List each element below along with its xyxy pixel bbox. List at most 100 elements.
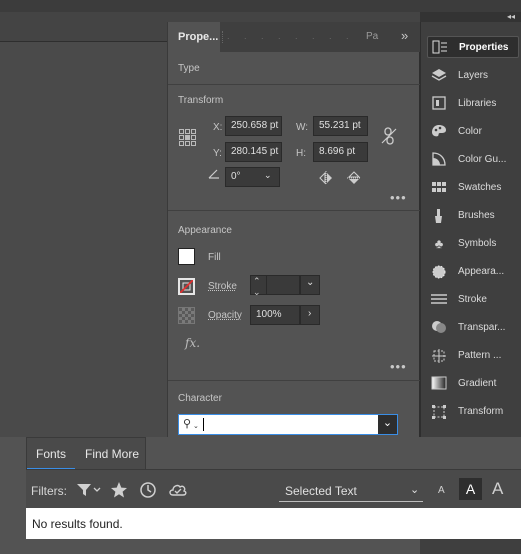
transform-icon	[430, 404, 448, 420]
reference-point-icon[interactable]	[179, 129, 197, 147]
section-title-transform: Transform	[178, 95, 224, 106]
stroke-label[interactable]: Stroke	[208, 281, 237, 292]
search-icon: ⚲	[183, 418, 192, 430]
angle-field[interactable]: 0° ⌄	[225, 167, 280, 187]
dock-label: Color Gu...	[458, 154, 507, 165]
panel-continuation	[26, 539, 420, 554]
divider	[168, 210, 421, 211]
collapse-panels-button[interactable]: ◂◂	[420, 12, 521, 22]
tab-properties[interactable]: Prope...	[168, 22, 220, 52]
recent-clock-icon[interactable]	[139, 481, 157, 499]
y-field[interactable]: 280.145 pt	[225, 142, 282, 162]
dock-label: Brushes	[458, 210, 495, 221]
text-cursor	[203, 418, 204, 431]
sample-text-select[interactable]: Selected Text ⌄	[279, 482, 423, 502]
stroke-weight-stepper[interactable]: ⌃ ⌄	[250, 275, 300, 298]
more-tabs-button[interactable]: »	[401, 28, 408, 43]
opacity-flyout-button[interactable]: ›	[300, 305, 320, 325]
pattern-icon	[430, 348, 448, 364]
dock-item-color[interactable]: Color	[427, 121, 519, 143]
sample-size-small-button[interactable]: A	[438, 485, 445, 496]
dock-label: Color	[458, 126, 482, 137]
chevron-down-icon: ⌄	[306, 277, 315, 288]
tab-paragraph[interactable]: Pa	[366, 31, 378, 42]
chevron-down-icon: ⌄	[193, 423, 199, 430]
x-label: X:	[213, 122, 223, 133]
panel-dock: Properties Layers Libraries Color Color …	[420, 22, 521, 437]
dock-label: Transform	[458, 406, 504, 417]
dock-item-appearance[interactable]: Appeara...	[427, 261, 519, 283]
tab-fonts[interactable]: Fonts	[36, 447, 66, 461]
opacity-label[interactable]: Opacity	[208, 310, 242, 321]
section-title-type: Type	[178, 63, 200, 74]
sample-size-large-button[interactable]: A	[492, 479, 503, 499]
x-field[interactable]: 250.658 pt	[225, 116, 282, 136]
canvas-area[interactable]	[0, 42, 167, 437]
chevron-down-icon: ⌄	[410, 484, 420, 496]
stepper-arrows-icon[interactable]: ⌃ ⌄	[253, 276, 261, 298]
chevron-down-icon[interactable]: ⌄	[264, 170, 272, 181]
flip-horizontal-icon[interactable]	[318, 171, 334, 185]
stroke-swatch[interactable]	[178, 278, 195, 295]
dock-label: Symbols	[458, 238, 497, 249]
dock-item-properties[interactable]: Properties	[427, 36, 519, 58]
opacity-field[interactable]: 100%	[250, 305, 300, 325]
width-field[interactable]: 55.231 pt	[313, 116, 368, 136]
filter-classification-icon[interactable]	[76, 482, 102, 498]
constrain-proportions-icon[interactable]	[380, 126, 398, 146]
dock-item-gradient[interactable]: Gradient	[427, 373, 519, 395]
h-label: H:	[296, 148, 306, 159]
dock-label: Stroke	[458, 294, 487, 305]
dock-item-stroke[interactable]: Stroke	[427, 289, 519, 311]
dock-label: Appeara...	[458, 266, 505, 277]
tab-find-more[interactable]: Find More	[85, 447, 139, 461]
more-options-icon[interactable]: •••	[390, 190, 407, 205]
color-guide-icon	[430, 152, 448, 168]
sample-size-medium-button[interactable]: A	[459, 478, 482, 500]
height-field[interactable]: 8.696 pt	[313, 142, 368, 162]
dock-item-transform[interactable]: Transform	[427, 401, 519, 423]
dock-item-color-guide[interactable]: Color Gu...	[427, 149, 519, 171]
dock-item-pattern[interactable]: Pattern ...	[427, 345, 519, 367]
transparency-icon	[430, 320, 448, 336]
appearance-icon	[430, 264, 448, 280]
properties-panel: Prope... . . . . . . . . . . . . . Pa » …	[167, 22, 421, 437]
swatches-icon	[430, 180, 448, 196]
fill-swatch[interactable]	[178, 248, 195, 265]
app-top-bar	[0, 0, 521, 12]
activated-fonts-cloud-icon[interactable]	[168, 481, 188, 499]
y-label: Y:	[213, 148, 222, 159]
gradient-icon	[430, 376, 448, 392]
flip-vertical-icon[interactable]	[347, 170, 361, 186]
dock-item-symbols[interactable]: ♣ Symbols	[427, 233, 519, 255]
font-results-list: No results found.	[26, 508, 521, 539]
section-title-character: Character	[178, 393, 222, 404]
dock-label: Properties	[459, 42, 509, 53]
divider	[168, 380, 421, 381]
dock-label: Gradient	[458, 378, 497, 389]
stroke-icon	[430, 292, 448, 308]
divider	[168, 84, 421, 85]
dock-label: Pattern ...	[458, 350, 502, 361]
more-options-icon[interactable]: •••	[390, 359, 407, 374]
font-search-input[interactable]: ⚲ ⌄ ⌄	[178, 414, 398, 435]
brushes-icon	[430, 208, 448, 224]
font-dropdown-button[interactable]: ⌄	[378, 415, 397, 434]
dock-label: Swatches	[458, 182, 502, 193]
rotate-angle-icon	[207, 168, 223, 180]
tab-grip[interactable]: . . . . . . . . . . . . .	[222, 31, 358, 43]
dock-item-swatches[interactable]: Swatches	[427, 177, 519, 199]
angle-value: 0°	[231, 171, 241, 182]
dock-item-brushes[interactable]: Brushes	[427, 205, 519, 227]
panel-tab-bar: Prope... . . . . . . . . . . . . . Pa »	[168, 22, 421, 52]
symbols-icon: ♣	[434, 236, 444, 251]
dock-item-transparency[interactable]: Transpar...	[427, 317, 519, 339]
effects-fx-button[interactable]: fx.	[185, 336, 200, 350]
star-icon[interactable]	[110, 481, 128, 499]
dock-item-libraries[interactable]: Libraries	[427, 93, 519, 115]
color-icon	[430, 124, 448, 140]
opacity-swatch-icon	[178, 307, 195, 324]
dock-item-layers[interactable]: Layers	[427, 65, 519, 87]
stroke-weight-dropdown[interactable]: ⌄	[300, 275, 320, 295]
layers-icon	[430, 68, 448, 84]
